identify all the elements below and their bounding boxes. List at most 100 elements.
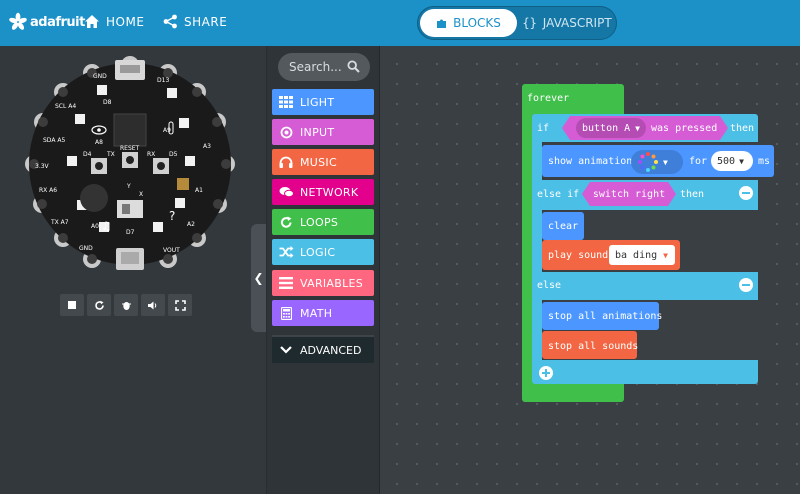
play-sound-label: play sound xyxy=(548,250,609,261)
svg-text:A2: A2 xyxy=(187,221,195,228)
add-else-button[interactable] xyxy=(539,366,553,380)
category-label: LOGIC xyxy=(300,245,336,259)
svg-text:A1: A1 xyxy=(195,187,203,194)
search-input[interactable]: Search... xyxy=(278,53,370,81)
top-bar: adafruit HOME SHARE BLOCKS {} JAVASCRIPT xyxy=(0,0,800,46)
svg-text:GND: GND xyxy=(79,245,93,252)
blocks-tab[interactable]: BLOCKS xyxy=(420,9,517,37)
svg-text:TX: TX xyxy=(106,151,115,158)
category-input[interactable]: INPUT xyxy=(272,119,374,145)
forever-label: forever xyxy=(527,93,570,104)
stop-button[interactable] xyxy=(60,294,84,316)
advanced-label: ADVANCED xyxy=(300,343,362,357)
else-label: else xyxy=(537,280,562,291)
sound-value: ba ding xyxy=(615,249,658,261)
category-network[interactable]: NETWORK xyxy=(272,179,374,205)
button-a-value: button A xyxy=(582,122,631,134)
svg-text:A0: A0 xyxy=(91,223,99,230)
svg-text:Y: Y xyxy=(126,183,131,190)
else-if-label: else if xyxy=(537,189,580,200)
blocks-label: BLOCKS xyxy=(453,16,501,30)
was-pressed-label: was pressed xyxy=(651,123,718,134)
button-a-dropdown[interactable]: button A ▼ xyxy=(576,118,646,138)
svg-text:♫: ♫ xyxy=(101,219,112,233)
shuffle-icon xyxy=(272,246,300,258)
adafruit-logo[interactable]: adafruit xyxy=(8,12,85,32)
list-icon xyxy=(272,277,300,289)
minus-icon xyxy=(742,284,750,286)
restart-icon xyxy=(94,300,104,310)
category-light[interactable]: LIGHT xyxy=(272,89,374,115)
fullscreen-button[interactable] xyxy=(168,294,192,316)
home-label: HOME xyxy=(106,14,145,29)
restart-button[interactable] xyxy=(87,294,111,316)
animation-picker[interactable]: ▼ xyxy=(631,150,683,174)
category-logic[interactable]: LOGIC xyxy=(272,239,374,265)
svg-text:D7: D7 xyxy=(126,229,135,236)
logo-text: adafruit xyxy=(30,14,85,30)
search-icon xyxy=(347,60,360,73)
mute-button[interactable] xyxy=(141,294,165,316)
home-icon xyxy=(85,15,99,28)
share-label: SHARE xyxy=(184,14,228,29)
code-braces-icon: {} xyxy=(522,16,537,30)
calculator-icon xyxy=(272,306,300,320)
svg-text:A3: A3 xyxy=(203,143,211,150)
debug-icon xyxy=(121,301,131,310)
puzzle-icon xyxy=(437,19,447,28)
svg-text:D8: D8 xyxy=(103,99,112,106)
svg-text:VOUT: VOUT xyxy=(163,247,180,254)
dropdown-triangle-icon: ▼ xyxy=(663,250,668,260)
category-label: VARIABLES xyxy=(300,276,364,290)
remove-elseif-button[interactable] xyxy=(739,186,753,200)
category-loops[interactable]: LOOPS xyxy=(272,209,374,235)
svg-text:?: ? xyxy=(169,209,175,223)
clear-label: clear xyxy=(548,221,579,232)
then-label-2: then xyxy=(680,189,705,200)
remove-else-button[interactable] xyxy=(739,278,753,292)
category-variables[interactable]: VARIABLES xyxy=(272,270,374,296)
circuit-playground-board[interactable]: ♫ ? GND D13 D8 A8 A9 D4 TX RESET RX D5 Y… xyxy=(19,52,241,284)
share-icon xyxy=(163,14,177,29)
loop-icon xyxy=(272,216,300,229)
editor-toggle: BLOCKS {} JAVASCRIPT xyxy=(417,6,617,40)
debug-button[interactable] xyxy=(114,294,138,316)
share-button[interactable]: SHARE xyxy=(163,14,227,29)
svg-text:RESET: RESET xyxy=(120,145,140,152)
fullscreen-icon xyxy=(174,299,186,311)
svg-text:D13: D13 xyxy=(157,77,169,84)
plus-icon xyxy=(542,369,550,377)
category-math[interactable]: MATH xyxy=(272,300,374,326)
category-label: MATH xyxy=(300,306,333,320)
svg-text:SCL A4: SCL A4 xyxy=(55,103,76,110)
simulator-controls xyxy=(60,294,192,316)
duration-dropdown[interactable]: 500 ▼ xyxy=(711,151,753,171)
toolbox: Search... LIGHT INPUT MUSIC NETWORK LOOP… xyxy=(266,46,380,494)
svg-text:RX: RX xyxy=(147,151,155,158)
rainbow-animation-icon xyxy=(638,152,658,172)
collapse-simulator-tab[interactable]: ❮ xyxy=(251,224,266,332)
target-icon xyxy=(272,126,300,139)
javascript-tab[interactable]: {} JAVASCRIPT xyxy=(519,9,615,37)
duration-value: 500 xyxy=(717,155,736,167)
javascript-label: JAVASCRIPT xyxy=(542,16,612,30)
show-animation-label: show animation xyxy=(548,156,633,167)
chat-icon xyxy=(272,186,300,198)
category-label: INPUT xyxy=(300,125,335,139)
headphones-icon xyxy=(272,156,300,168)
sound-dropdown[interactable]: ba ding ▼ xyxy=(609,245,675,265)
then-label-1: then xyxy=(730,123,755,134)
category-music[interactable]: MUSIC xyxy=(272,149,374,175)
stop-all-animations-label: stop all animations xyxy=(548,311,663,322)
home-button[interactable]: HOME xyxy=(84,14,144,29)
svg-text:X: X xyxy=(139,191,143,198)
chevron-down-icon xyxy=(272,346,300,354)
blocks-workspace[interactable]: forever if button A ▼ was pressed then s… xyxy=(381,46,800,494)
dropdown-triangle-icon: ▼ xyxy=(739,156,744,166)
advanced-toggle[interactable]: ADVANCED xyxy=(272,335,374,363)
stop-icon xyxy=(68,301,76,309)
category-label: LIGHT xyxy=(300,95,335,109)
if-label: if xyxy=(537,123,550,134)
svg-text:A9: A9 xyxy=(163,127,171,134)
dropdown-triangle-icon: ▼ xyxy=(635,123,640,133)
